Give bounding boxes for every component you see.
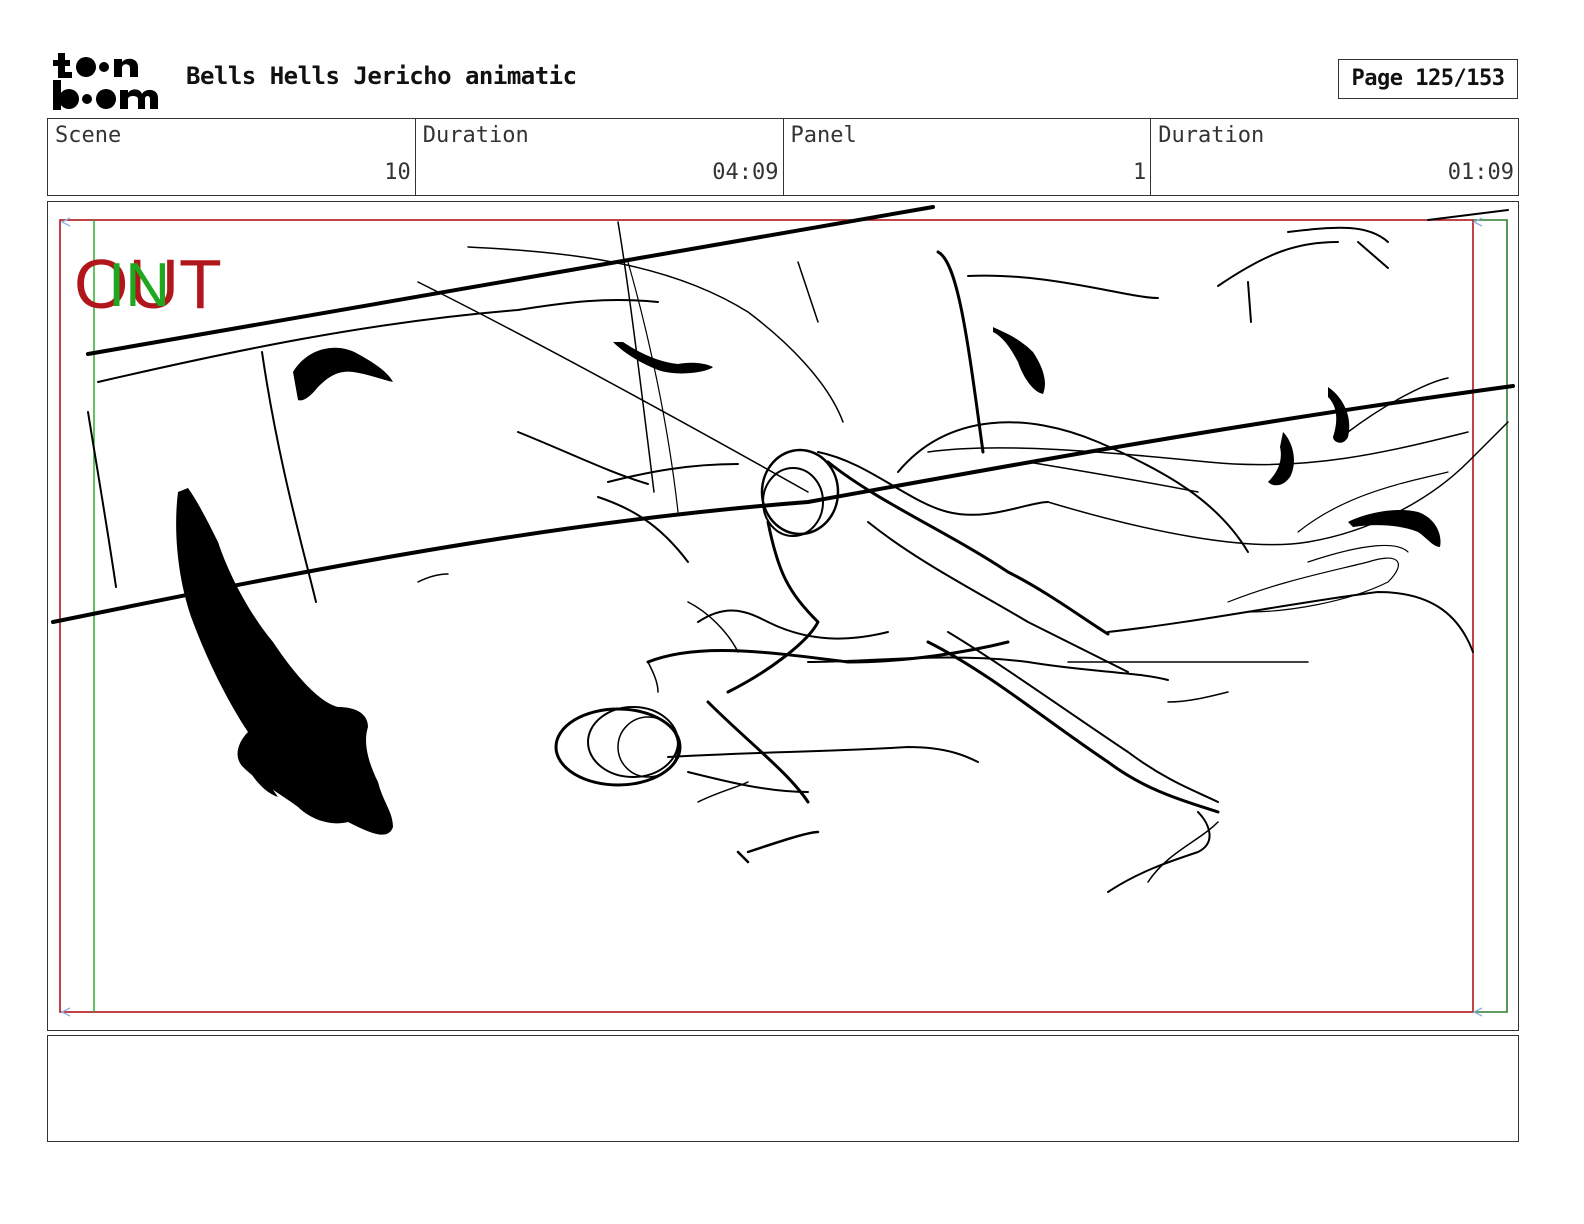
panel-notes <box>47 1035 1519 1142</box>
document-title: Bells Hells Jericho animatic <box>186 62 577 90</box>
scene-duration-cell: Duration 04:09 <box>416 119 784 195</box>
scene-info-table: Scene 10 Duration 04:09 Panel 1 Duration… <box>47 118 1519 196</box>
panel-label: Panel <box>790 123 857 148</box>
panel-duration-cell: Duration 01:09 <box>1151 119 1518 195</box>
in-marker: IN <box>108 251 170 320</box>
scene-duration-label: Duration <box>422 123 529 148</box>
storyboard-panel: OUT IN <box>47 201 1519 1031</box>
sketch-fills <box>176 327 1441 835</box>
page-indicator: Page 125/153 <box>1338 59 1518 99</box>
panel-value: 1 <box>1133 160 1147 185</box>
panel-sketch: OUT IN <box>51 205 1515 1017</box>
scene-duration-value: 04:09 <box>712 160 779 185</box>
scene-cell: Scene 10 <box>48 119 416 195</box>
camera-frame-in-right <box>1473 219 1508 1013</box>
toonboom-logo <box>52 50 164 112</box>
panel-cell: Panel 1 <box>784 119 1152 195</box>
camera-frame-out <box>59 219 1474 1013</box>
panel-duration-value: 01:09 <box>1447 160 1514 185</box>
scene-value: 10 <box>384 160 411 185</box>
scene-label: Scene <box>55 123 122 148</box>
panel-duration-label: Duration <box>1158 123 1265 148</box>
frame-corner-arrows <box>60 217 1483 1017</box>
